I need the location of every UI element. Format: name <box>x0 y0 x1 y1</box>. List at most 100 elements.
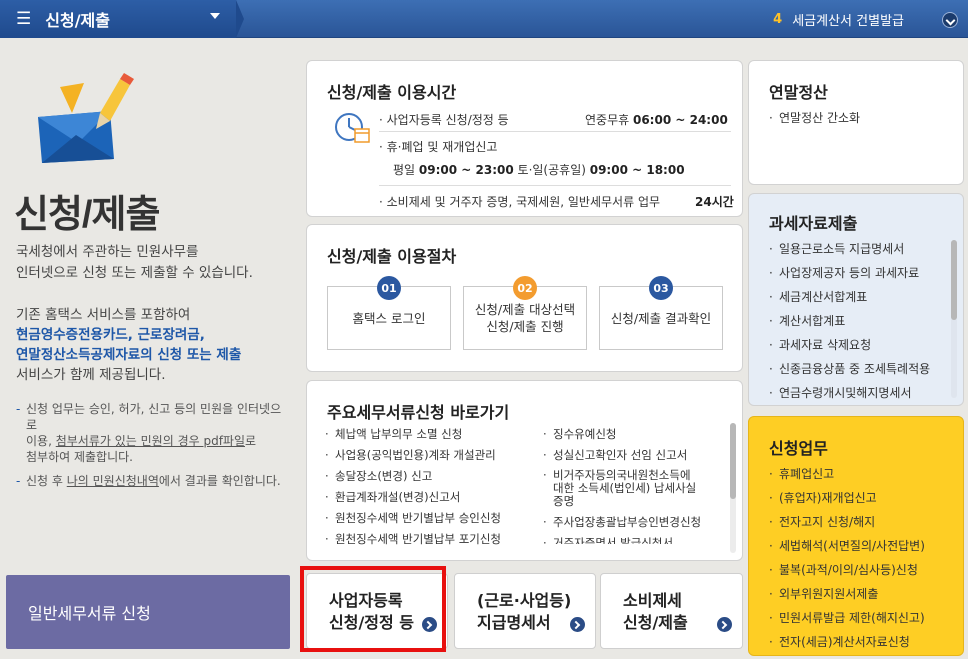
intro-highlight: 연말정산소득공제자료의 신청 또는 제출 <box>16 347 242 363</box>
tax-data-submission-card: 과세자료제출 일용근로소득 지급명세서 사업장제공자 등의 과세자료 세금계산서… <box>748 193 964 406</box>
general-tax-document-button[interactable]: 일반세무서류 신청 <box>6 575 290 649</box>
menu-selector-label: 신청/제출 <box>45 11 110 30</box>
quick-link-line: 증명 <box>553 494 575 508</box>
hours-time: 09:00 ~ 23:00 <box>418 163 514 177</box>
tax-data-scrollbar[interactable] <box>951 240 957 398</box>
quick-link[interactable]: 체납액 납부의무 소멸 신청 <box>325 427 501 441</box>
step-1: 01 홈택스 로그인 <box>327 276 451 350</box>
intro-text: 국세청에서 주관하는 민원사무를 인터넷으로 신청 또는 제출할 수 있습니다. <box>16 242 292 284</box>
left-intro-panel: 신청/제출 국세청에서 주관하는 민원사무를 인터넷으로 신청 또는 제출할 수… <box>0 39 296 569</box>
hours-label: · 사업자등록 신청/정정 등 <box>379 113 509 127</box>
step-number: 02 <box>513 276 537 300</box>
intro-line: 인터넷으로 신청 또는 제출할 수 있습니다. <box>16 265 253 281</box>
list-item[interactable]: 사업장제공자 등의 과세자료 <box>769 266 930 280</box>
payment-statement-button[interactable]: (근로·사업등) 지급명세서 <box>454 573 596 649</box>
quick-link[interactable]: 원천징수세액 반기별납부 포기신청 <box>325 532 501 546</box>
list-item[interactable]: 휴폐업신고 <box>769 467 925 481</box>
quick-link-line: 비거주자등의국내원천소득에 <box>553 468 691 482</box>
my-requests-link[interactable]: 나의 민원신청내역 <box>67 474 159 488</box>
caret-down-icon <box>210 13 220 19</box>
top-right-label: 세금계산서 건별발급 <box>792 14 904 29</box>
note-item: 신청 후 나의 민원신청내역에서 결과를 확인합니다. <box>16 473 290 489</box>
quick-links-scrollbar[interactable] <box>730 423 736 553</box>
quick-link[interactable]: 성실신고확인자 선임 신고서 <box>543 448 729 462</box>
year-end-settlement-card: 연말정산 연말정산 간소화 <box>748 60 964 185</box>
hours-row: · 휴·폐업 및 재개업신고 <box>379 138 497 155</box>
note-text: 첨부하여 제출합니다. <box>26 450 133 464</box>
arrow-right-icon <box>717 617 732 632</box>
list-item[interactable]: 전자고지 신청/해지 <box>769 515 925 529</box>
list-item[interactable]: 연말정산 간소화 <box>769 111 860 125</box>
card-title: 과세자료제출 <box>769 214 858 233</box>
card-title: 신청/제출 이용절차 <box>327 247 457 266</box>
hours-pre: 연중무휴 <box>585 113 633 127</box>
scrollbar-thumb[interactable] <box>730 423 736 499</box>
request-list: 휴폐업신고 (휴업자)재개업신고 전자고지 신청/해지 세법해석(서면질의/사전… <box>769 467 925 659</box>
quick-link[interactable]: 거주자증명서 발급신청서 <box>543 536 729 544</box>
list-item[interactable]: 불복(과적/이의/심사등)신청 <box>769 563 925 577</box>
list-item[interactable]: 계산서합계표 <box>769 314 930 328</box>
list-item[interactable]: 외부위원지원서제출 <box>769 587 925 601</box>
button-line: (근로·사업등) <box>477 591 572 610</box>
note-item: 신청 업무는 승인, 허가, 신고 등의 민원을 인터넷으로 이용, 첨부서류가… <box>16 401 290 465</box>
list-item[interactable]: 민원서류발급 제한(해지신고) <box>769 611 925 625</box>
page-title: 신청/제출 <box>14 194 160 236</box>
quick-links-left: 체납액 납부의무 소멸 신청 사업용(공익법인용)계좌 개설관리 송달장소(변경… <box>325 427 501 553</box>
list-item[interactable]: 세금계산서합계표 <box>769 290 930 304</box>
hours-row: · 사업자등록 신청/정정 등 <box>379 111 509 128</box>
quick-link[interactable]: 환급계좌개설(변경)신고서 <box>325 490 501 504</box>
request-tasks-card: 신청업무 휴폐업신고 (휴업자)재개업신고 전자고지 신청/해지 세법해석(서면… <box>748 416 964 656</box>
top-right-number: 4 <box>773 12 783 27</box>
card-title: 신청업무 <box>769 439 828 458</box>
menu-selector[interactable]: ☰ 신청/제출 <box>0 0 236 38</box>
step-label: 신청/제출 결과확인 <box>610 310 712 326</box>
list-item[interactable]: 연금수령개시및해지명세서 <box>769 386 930 400</box>
quick-link[interactable]: 주사업장총괄납부승인변경신청 <box>543 515 729 529</box>
hours-value: 평일 09:00 ~ 23:00 토·일(공휴일) 09:00 ~ 18:00 <box>393 161 685 178</box>
quick-links-card: 주요세무서류신청 바로가기 체납액 납부의무 소멸 신청 사업용(공익법인용)계… <box>306 380 743 561</box>
step-number: 01 <box>377 276 401 300</box>
step-label: 신청/제출 진행 <box>486 319 564 334</box>
quick-link[interactable]: 징수유예신청 <box>543 427 729 441</box>
scrollbar-thumb[interactable] <box>951 240 957 320</box>
note-text: 로 <box>245 434 257 448</box>
notes: 신청 업무는 승인, 허가, 신고 등의 민원을 인터넷으로 이용, 첨부서류가… <box>16 401 290 497</box>
note-text: 에서 결과를 확인합니다. <box>158 474 281 488</box>
quick-link[interactable]: 비거주자등의국내원천소득에 대한 소득세(법인세) 납세사실 증명 <box>543 469 729 508</box>
hours-value: 24시간 <box>695 193 734 210</box>
hours-pre: 평일 <box>393 163 419 177</box>
quick-link[interactable]: 사업용(공익법인용)계좌 개설관리 <box>325 448 501 462</box>
list-item[interactable]: 전자(세금)계산서자료신청 <box>769 635 925 649</box>
intro-services-text: 기존 홈택스 서비스를 포함하여 현금영수증전용카드, 근로장려금, 연말정산소… <box>16 305 292 385</box>
card-title: 연말정산 <box>769 83 828 102</box>
quick-link[interactable]: 원천징수세액 반기별납부 승인신청 <box>325 511 501 525</box>
intro-line: 국세청에서 주관하는 민원사무를 <box>16 244 199 260</box>
consumption-tax-button[interactable]: 소비제세 신청/제출 <box>600 573 743 649</box>
intro-line: 기존 홈택스 서비스를 포함하여 <box>16 307 191 323</box>
list-item[interactable]: 과세자료 삭제요청 <box>769 338 930 352</box>
list-item[interactable]: 일용근로소득 지급명세서 <box>769 242 930 256</box>
menu-arrow-tip <box>236 0 244 38</box>
list-item[interactable]: 신종금융상품 중 조세특례적용 <box>769 362 930 376</box>
hours-value: 연중무휴 06:00 ~ 24:00 <box>585 111 728 128</box>
chevron-down-icon[interactable] <box>942 11 958 28</box>
list-item[interactable]: (휴업자)재개업신고 <box>769 491 925 505</box>
note-underline: 첨부서류가 있는 민원의 경우 pdf파일 <box>55 434 245 448</box>
divider <box>379 131 731 132</box>
list-item[interactable]: 세법해석(서면질의/사전답변) <box>769 539 925 553</box>
card-title: 신청/제출 이용시간 <box>327 83 457 102</box>
button-line: 소비제세 <box>623 591 682 610</box>
tax-data-list: 일용근로소득 지급명세서 사업장제공자 등의 과세자료 세금계산서합계표 계산서… <box>769 242 930 410</box>
usage-hours-card: 신청/제출 이용시간 · 사업자등록 신청/정정 등 연중무휴 06:00 ~ … <box>306 60 743 217</box>
top-right-menu[interactable]: 4 세금계산서 건별발급 <box>773 10 958 29</box>
quick-link[interactable]: 송달장소(변경) 신고 <box>325 469 501 483</box>
hamburger-icon: ☰ <box>16 9 32 29</box>
hours-time: 06:00 ~ 24:00 <box>632 113 728 127</box>
card-title: 주요세무서류신청 바로가기 <box>327 403 510 422</box>
hours-label: · 휴·폐업 및 재개업신고 <box>379 140 498 154</box>
hours-label: · 소비제세 및 거주자 증명, 국제세원, 일반세무서류 업무 <box>379 195 661 209</box>
highlight-box <box>300 566 446 652</box>
usage-procedure-card: 신청/제출 이용절차 01 홈택스 로그인 02 신청/제출 대상선택 신청/제… <box>306 224 743 372</box>
note-text: 신청 후 <box>26 474 67 488</box>
envelope-pencil-icon <box>38 73 134 163</box>
